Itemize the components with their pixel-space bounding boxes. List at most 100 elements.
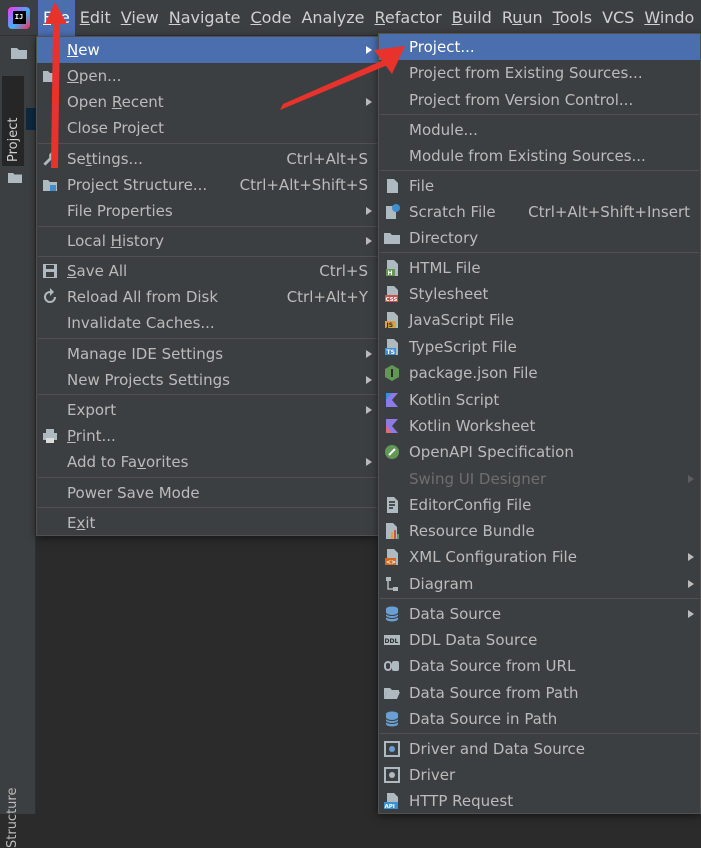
openapi-icon bbox=[385, 445, 399, 459]
new-item-project-existing-sources[interactable]: Project from Existing Sources... bbox=[379, 60, 700, 86]
structure-tab-label[interactable]: Structure bbox=[5, 788, 20, 848]
html-file-icon: H bbox=[386, 260, 398, 277]
new-item-module[interactable]: Module... bbox=[379, 117, 700, 143]
new-item-file[interactable]: File bbox=[379, 173, 700, 199]
menu-item-add-to-favorites[interactable]: Add to Favorites bbox=[37, 449, 378, 475]
menu-item-new-projects-settings[interactable]: New Projects Settings bbox=[37, 367, 378, 393]
new-item-kotlin-worksheet[interactable]: Kotlin Worksheet bbox=[379, 413, 700, 439]
menu-edit[interactable]: Edit bbox=[75, 0, 116, 36]
kotlin-worksheet-icon bbox=[386, 419, 398, 433]
menu-item-manage-ide-settings[interactable]: Manage IDE Settings bbox=[37, 341, 378, 367]
menu-item-power-save-mode[interactable]: Power Save Mode bbox=[37, 480, 378, 506]
project-tab-label: Project bbox=[6, 117, 21, 162]
logo-text: IJ bbox=[12, 11, 26, 24]
submenu-arrow-icon bbox=[688, 553, 694, 561]
menu-separator bbox=[38, 394, 377, 395]
new-item-ddl-data-source[interactable]: DDL DDL Data Source bbox=[379, 627, 700, 653]
new-item-html-file[interactable]: H HTML File bbox=[379, 255, 700, 281]
new-item-xml-configuration[interactable]: <> XML Configuration File bbox=[379, 544, 700, 570]
menu-run[interactable]: Ruun bbox=[497, 0, 548, 36]
menu-code[interactable]: Code bbox=[246, 0, 297, 36]
svg-text:DDL: DDL bbox=[385, 638, 399, 645]
new-item-typescript-file[interactable]: TS TypeScript File bbox=[379, 334, 700, 360]
menu-tools[interactable]: Tools bbox=[548, 0, 597, 36]
intellij-logo-icon[interactable]: IJ bbox=[8, 6, 30, 29]
new-item-kotlin-script[interactable]: Kotlin Script bbox=[379, 387, 700, 413]
file-menu-popup: New Open... Open Recent Close Project Se… bbox=[36, 36, 379, 536]
new-item-package-json[interactable]: package.json File bbox=[379, 360, 700, 386]
new-item-javascript-file[interactable]: JS JavaScript File bbox=[379, 307, 700, 333]
main-menu-bar: IJ File Edit View Navigate Code Analyze … bbox=[0, 0, 701, 36]
menu-refactor[interactable]: Refactor bbox=[370, 0, 447, 36]
menu-separator bbox=[380, 114, 699, 115]
xml-file-icon: <> bbox=[385, 549, 398, 566]
diagram-icon bbox=[386, 577, 398, 591]
menu-item-reload[interactable]: Reload All from Disk Ctrl+Alt+Y bbox=[37, 284, 378, 310]
new-item-data-source-in-path[interactable]: Data Source in Path bbox=[379, 706, 700, 732]
menu-window[interactable]: Windo bbox=[639, 0, 699, 36]
menu-separator bbox=[380, 733, 699, 734]
new-item-scratch-file[interactable]: Scratch File Ctrl+Alt+Shift+Insert bbox=[379, 199, 700, 225]
menu-navigate[interactable]: Navigate bbox=[164, 0, 246, 36]
svg-text:H: H bbox=[388, 270, 393, 277]
menu-item-print[interactable]: Print... bbox=[37, 423, 378, 449]
typescript-file-icon: TS bbox=[385, 339, 398, 356]
menu-item-invalidate-caches[interactable]: Invalidate Caches... bbox=[37, 310, 378, 336]
new-item-openapi[interactable]: OpenAPI Specification bbox=[379, 439, 700, 465]
new-item-module-existing-sources[interactable]: Module from Existing Sources... bbox=[379, 143, 700, 169]
database-icon bbox=[385, 606, 399, 622]
menu-item-open[interactable]: Open... bbox=[37, 63, 378, 89]
menu-item-local-history[interactable]: Local History bbox=[37, 228, 378, 254]
menu-item-new[interactable]: New bbox=[37, 37, 378, 63]
menu-vcs[interactable]: VCS bbox=[597, 0, 639, 36]
left-tool-strip: Project Structure bbox=[0, 36, 36, 848]
menu-item-file-properties[interactable]: File Properties bbox=[37, 198, 378, 224]
new-item-driver-and-data-source[interactable]: Driver and Data Source bbox=[379, 736, 700, 762]
open-folder-icon bbox=[43, 71, 57, 82]
new-item-stylesheet[interactable]: CSS Stylesheet bbox=[379, 281, 700, 307]
menu-build[interactable]: Build bbox=[447, 0, 497, 36]
menu-item-close-project[interactable]: Close Project bbox=[37, 115, 378, 141]
file-icon bbox=[387, 179, 398, 193]
menu-analyze[interactable]: Analyze bbox=[296, 0, 369, 36]
svg-text:TS: TS bbox=[387, 349, 395, 356]
new-item-editorconfig[interactable]: EditorConfig File bbox=[379, 492, 700, 518]
css-file-icon: CSS bbox=[385, 286, 398, 303]
open-folder-icon bbox=[384, 688, 400, 699]
menu-file[interactable]: File bbox=[38, 0, 75, 36]
submenu-arrow-icon bbox=[366, 98, 372, 106]
menu-item-save-all[interactable]: Save All Ctrl+S bbox=[37, 258, 378, 284]
new-item-swing-ui-designer[interactable]: Swing UI Designer bbox=[379, 466, 700, 492]
menu-item-settings[interactable]: Settings... Ctrl+Alt+S bbox=[37, 146, 378, 172]
menu-view[interactable]: View bbox=[116, 0, 164, 36]
new-item-diagram[interactable]: Diagram bbox=[379, 571, 700, 597]
new-item-http-request[interactable]: API HTTP Request bbox=[379, 788, 700, 814]
submenu-arrow-icon bbox=[688, 610, 694, 618]
new-item-directory[interactable]: Directory bbox=[379, 225, 700, 251]
menu-separator bbox=[380, 598, 699, 599]
submenu-arrow-icon bbox=[366, 46, 372, 54]
svg-text:JS: JS bbox=[386, 322, 394, 329]
database-icon bbox=[385, 711, 399, 727]
menu-separator bbox=[38, 338, 377, 339]
menu-separator bbox=[38, 256, 377, 257]
new-item-project[interactable]: Project... bbox=[379, 34, 700, 60]
new-item-data-source-path[interactable]: Data Source from Path bbox=[379, 680, 700, 706]
menu-separator bbox=[38, 507, 377, 508]
folder-icon[interactable] bbox=[10, 46, 28, 60]
new-item-data-source-url[interactable]: Data Source from URL bbox=[379, 653, 700, 679]
printer-icon bbox=[43, 429, 57, 443]
menu-item-project-structure[interactable]: Project Structure... Ctrl+Alt+Shift+S bbox=[37, 172, 378, 198]
menu-item-open-recent[interactable]: Open Recent bbox=[37, 89, 378, 115]
svg-text:CSS: CSS bbox=[386, 297, 398, 303]
menu-separator bbox=[380, 170, 699, 171]
editorconfig-icon bbox=[387, 497, 398, 513]
new-item-data-source[interactable]: Data Source bbox=[379, 601, 700, 627]
menu-item-exit[interactable]: Exit bbox=[37, 510, 378, 536]
wrench-icon bbox=[43, 152, 57, 166]
project-tool-tab[interactable]: Project bbox=[2, 76, 24, 183]
menu-item-export[interactable]: Export bbox=[37, 397, 378, 423]
new-item-driver[interactable]: Driver bbox=[379, 762, 700, 788]
new-item-resource-bundle[interactable]: Resource Bundle bbox=[379, 518, 700, 544]
new-item-project-vcs[interactable]: Project from Version Control... bbox=[379, 87, 700, 113]
